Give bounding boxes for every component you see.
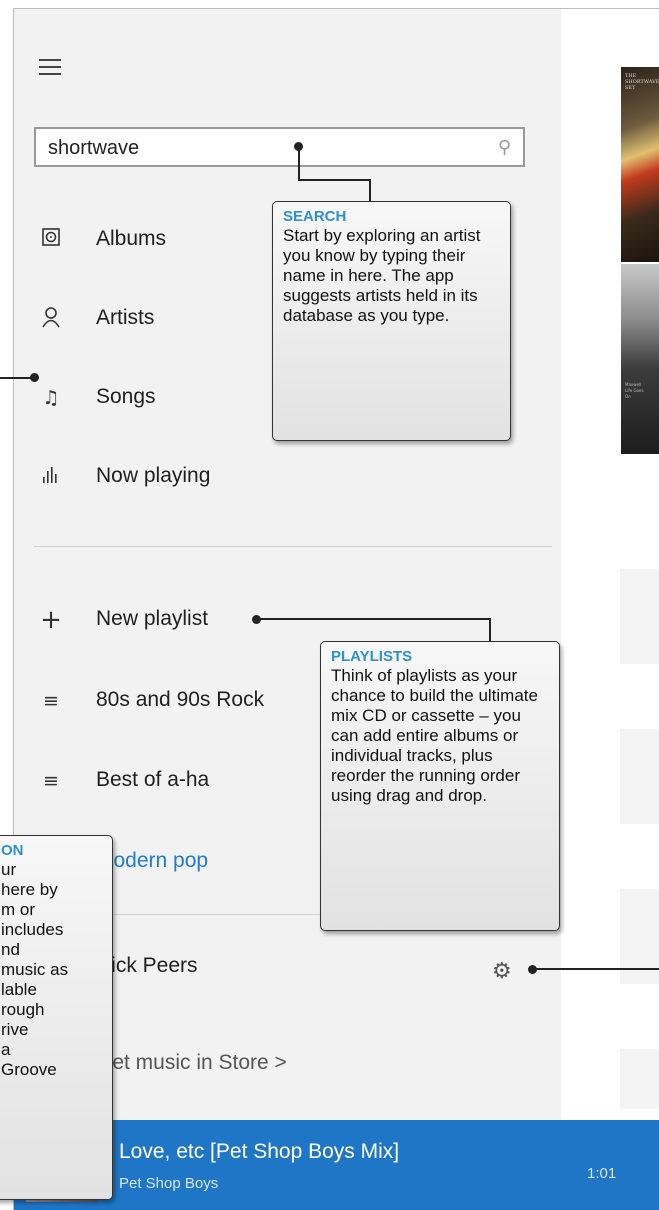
hamburger-menu-icon[interactable]	[39, 55, 67, 79]
nav-label: Songs	[96, 385, 156, 408]
content-tile[interactable]	[620, 729, 659, 824]
now-playing-time: 1:01	[587, 1165, 617, 1182]
nav-item-songs[interactable]: ♫ Songs	[14, 373, 314, 423]
callout-line	[369, 179, 371, 201]
callout-line	[298, 146, 300, 180]
now-playing-artist: Pet Shop Boys	[119, 1175, 219, 1192]
left-callout: ON ur here by m or includes nd music as …	[0, 835, 113, 1200]
nav-label: Now playing	[96, 464, 211, 487]
equalizer-icon	[38, 464, 64, 490]
main-content: THE SHORTWAVE SET Maxwell Life Goes On	[561, 9, 659, 1210]
nav-item-artists[interactable]: Artists	[14, 294, 314, 344]
divider	[34, 546, 552, 547]
playlist-icon: ≡	[43, 770, 59, 792]
playlist-icon: ≡	[43, 690, 59, 712]
playlists-callout: PLAYLISTS Think of playlists as your cha…	[320, 641, 560, 931]
callout-body: Start by exploring an artist you know by…	[283, 226, 481, 325]
callout-line	[258, 618, 490, 620]
search-callout: SEARCH Start by exploring an artist you …	[272, 201, 511, 441]
search-icon[interactable]: ⚲	[498, 137, 511, 158]
nav-item-now-playing[interactable]: Now playing	[14, 452, 314, 502]
content-tile[interactable]	[620, 569, 659, 664]
now-playing-title: Love, etc [Pet Shop Boys Mix]	[119, 1140, 400, 1163]
callout-heading: SEARCH	[283, 208, 347, 225]
callout-line	[534, 968, 659, 970]
album-art-shortwave-set[interactable]: THE SHORTWAVE SET	[621, 67, 659, 262]
search-box[interactable]: ⚲	[34, 127, 525, 167]
playlist-item[interactable]: ≡ 80s and 90s Rock	[14, 676, 314, 726]
callout-line	[298, 179, 370, 181]
person-icon	[38, 306, 64, 332]
callout-body: Think of playlists as your chance to bui…	[331, 666, 538, 805]
callout-heading: PLAYLISTS	[331, 648, 413, 665]
playlist-item[interactable]: ≡ Best of a-ha	[14, 756, 314, 806]
callout-line	[489, 618, 491, 642]
callout-line	[0, 377, 32, 379]
content-tile[interactable]	[620, 1049, 659, 1109]
music-note-icon: ♫	[42, 387, 60, 409]
search-input[interactable]	[48, 136, 468, 160]
nav-label: Artists	[96, 306, 155, 329]
nav-label: New playlist	[96, 607, 209, 630]
album-art-text: THE SHORTWAVE SET	[625, 73, 659, 91]
store-label: Get music in Store >	[96, 1051, 287, 1074]
album-icon	[38, 227, 64, 253]
callout-pointer-dot	[30, 373, 39, 382]
nav-item-albums[interactable]: Albums	[14, 215, 314, 265]
playlist-label: Best of a-ha	[96, 768, 210, 791]
plus-icon: +	[40, 605, 62, 635]
callout-body: ur here by m or includes nd music as lab…	[1, 860, 69, 1079]
playlist-label: 80s and 90s Rock	[96, 688, 265, 711]
gear-icon[interactable]: ⚙	[492, 959, 512, 984]
nav-label: Albums	[96, 227, 167, 250]
album-art-dark[interactable]: Maxwell Life Goes On	[621, 264, 659, 454]
nav-item-new-playlist[interactable]: + New playlist	[14, 595, 314, 645]
callout-heading: ON	[1, 842, 24, 859]
album-art-text: Maxwell Life Goes On	[625, 382, 644, 399]
